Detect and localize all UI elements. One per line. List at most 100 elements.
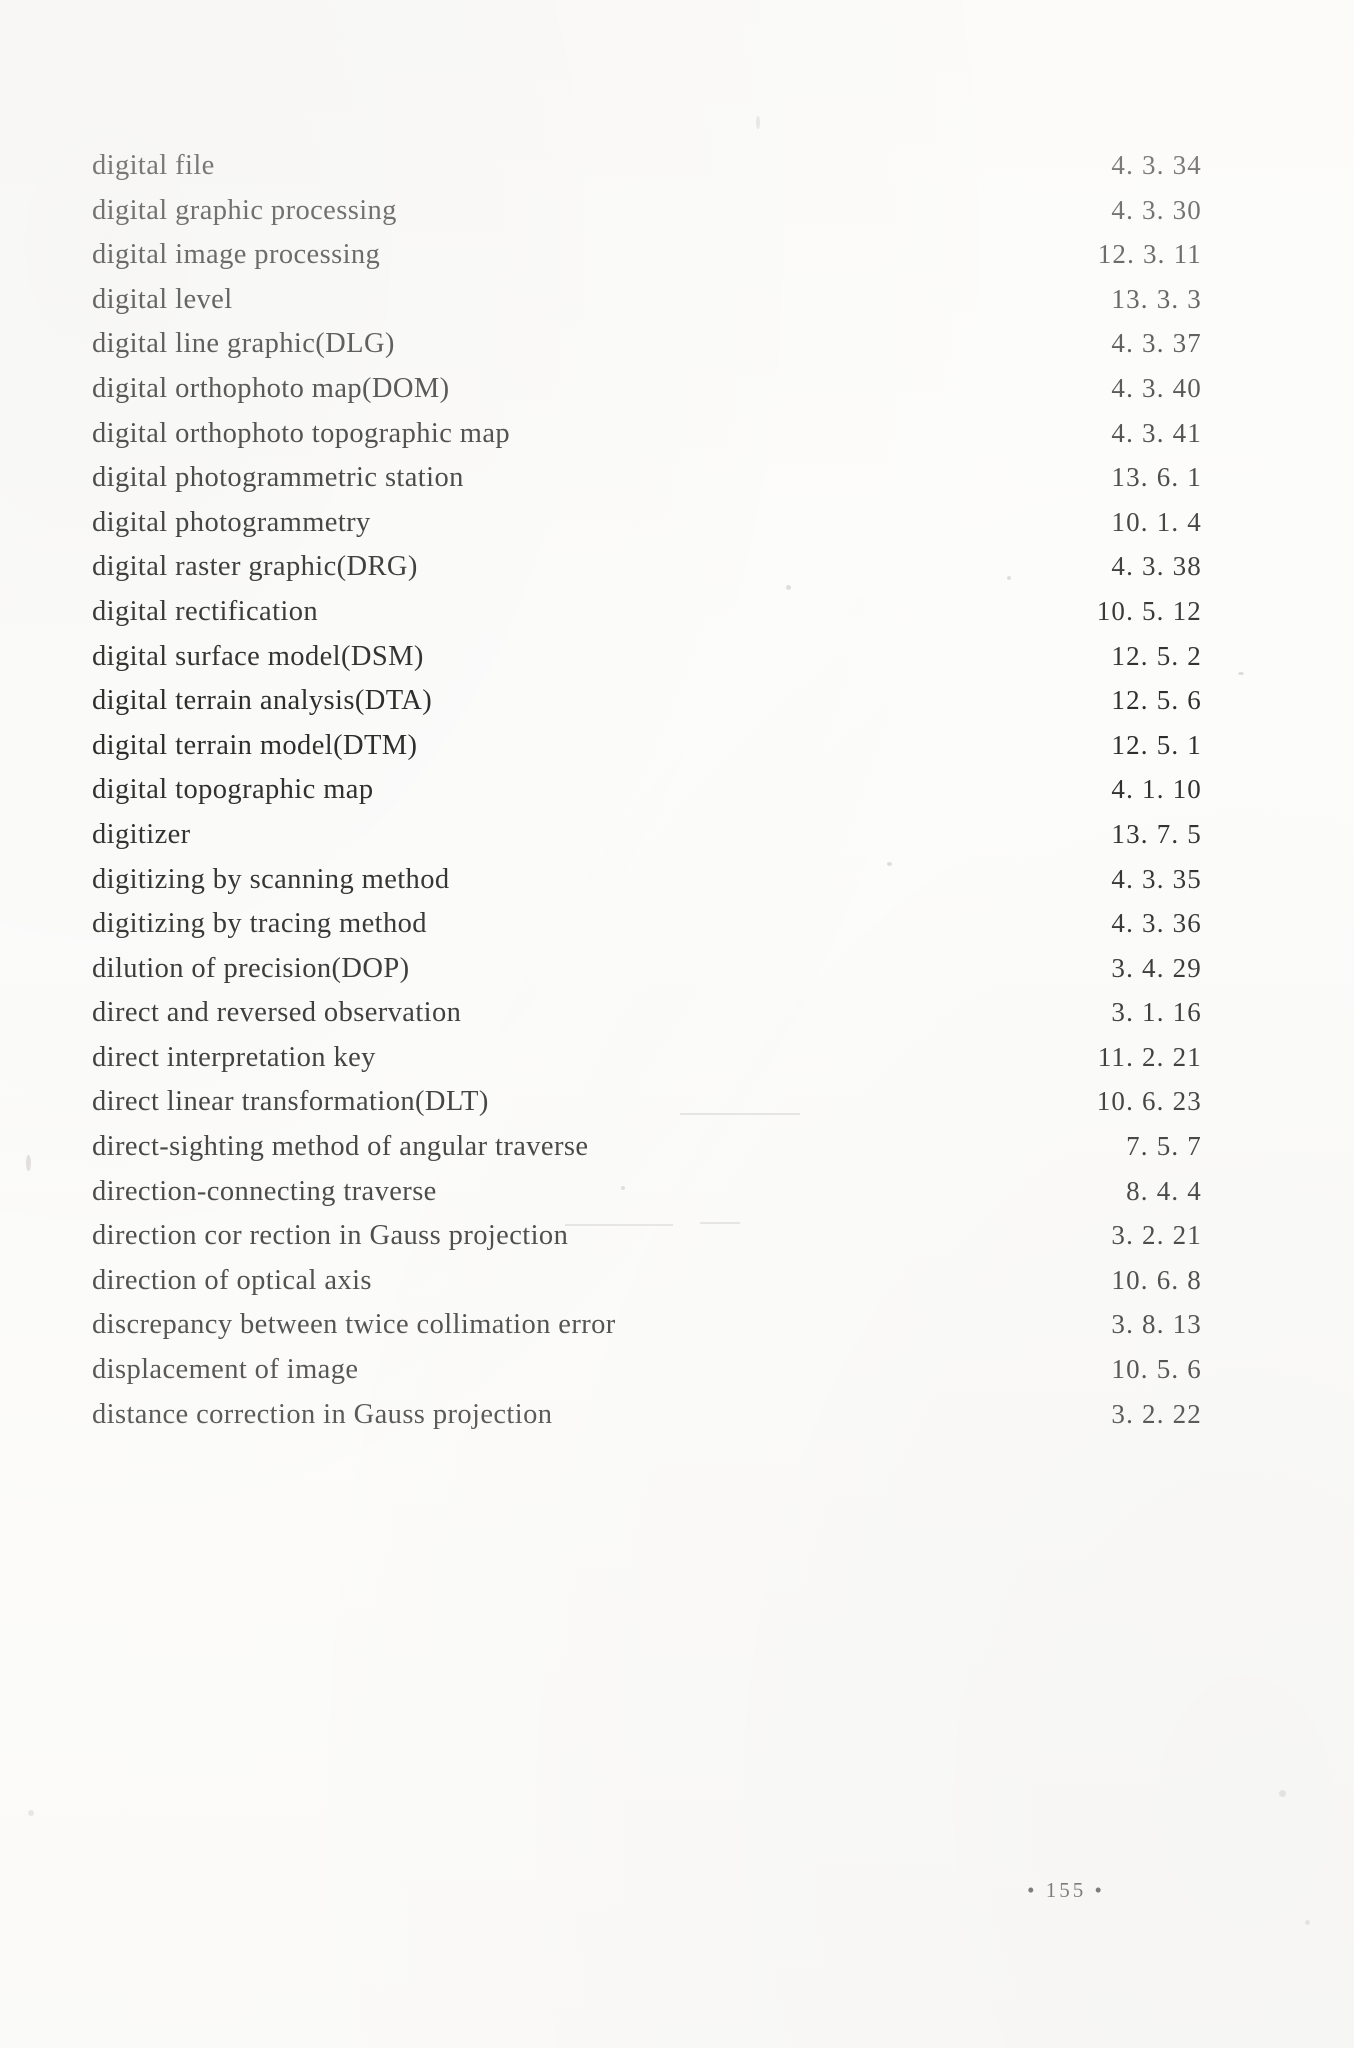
index-page: digital file 4. 3. 34 digital graphic proc… [0, 0, 1354, 2048]
index-entry-term: displacement of image [92, 1354, 359, 1386]
index-entry-row: digital terrain analysis(DTA) 12. 5. 6 [92, 687, 1204, 732]
index-entry-term: digitizer [92, 818, 191, 850]
scan-speck [621, 1186, 625, 1190]
index-entry-row: direction-connecting traverse 8. 4. 4 [92, 1175, 1204, 1223]
index-entry-list: digital file 4. 3. 34 digital graphic proc… [92, 150, 1204, 1446]
index-entry-reference: 10. 6. 8 [1111, 1264, 1202, 1295]
index-entry-reference: 10. 5. 12 [1096, 595, 1202, 626]
index-entry-row: discrepancy between twice collimation er… [92, 1311, 1204, 1356]
index-entry-reference: 13. 3. 3 [1111, 283, 1202, 314]
index-entry-reference: 10. 1. 4 [1111, 506, 1202, 537]
index-entry-term: digital level [92, 283, 233, 315]
index-entry-row: digital orthophoto topographic map 4. 3. … [92, 417, 1204, 465]
index-entry-term: direct interpretation key [92, 1041, 376, 1073]
index-entry-term: digital terrain analysis(DTA) [92, 685, 433, 717]
index-entry-row: direct-sighting method of angular traver… [92, 1133, 1204, 1178]
index-entry-reference: 4. 3. 30 [1111, 194, 1202, 225]
index-entry-reference: 11. 2. 21 [1097, 1041, 1202, 1072]
index-entry-reference: 4. 3. 35 [1111, 863, 1202, 894]
index-entry-term: direct linear transformation(DLT) [92, 1086, 489, 1118]
index-entry-row: digital rectification 10. 5. 12 [92, 595, 1204, 643]
index-entry-term: direct and reversed observation [92, 997, 462, 1029]
index-entry-term: digital surface model(DSM) [92, 640, 424, 672]
index-entry-term: digital file [92, 150, 215, 181]
index-entry-row: displacement of image 10. 5. 6 [92, 1356, 1204, 1401]
index-entry-term: direction of optical axis [92, 1264, 372, 1296]
index-entry-reference: 3. 2. 21 [1111, 1220, 1202, 1251]
index-entry-term: digital photogrammetry [92, 506, 371, 538]
scan-smudge [700, 1222, 740, 1224]
index-entry-term: direction-connecting traverse [92, 1175, 437, 1207]
index-entry-row: digital photogrammetry 10. 1. 4 [92, 506, 1204, 554]
scan-speck [887, 862, 892, 866]
scan-smudge [565, 1224, 673, 1226]
index-entry-reference: 7. 5. 7 [1126, 1131, 1202, 1162]
scan-speck [786, 585, 791, 590]
index-entry-reference: 4. 3. 34 [1111, 150, 1202, 180]
index-entry-row: dilution of precision(DOP) 3. 4. 29 [92, 952, 1204, 1000]
index-entry-reference: 8. 4. 4 [1126, 1175, 1202, 1206]
index-entry-row: direct and reversed observation 3. 1. 16 [92, 999, 1204, 1044]
index-entry-term: digital graphic processing [92, 194, 397, 226]
index-entry-reference: 3. 4. 29 [1111, 952, 1202, 983]
index-entry-reference: 4. 3. 36 [1111, 908, 1202, 939]
scan-speck [1238, 672, 1244, 675]
index-entry-row: direction cor rection in Gauss projectio… [92, 1222, 1204, 1267]
index-entry-reference: 4. 3. 38 [1111, 551, 1202, 582]
index-entry-term: digital line graphic(DLG) [92, 328, 395, 360]
index-entry-row: digitizer 13. 7. 5 [92, 818, 1204, 866]
folio-number: • 155 • [1027, 1878, 1105, 1902]
index-entry-reference: 4. 3. 41 [1111, 417, 1202, 448]
index-entry-term: digitizing by scanning method [92, 863, 450, 895]
index-entry-row: digital raster graphic(DRG) 4. 3. 38 [92, 553, 1204, 598]
index-entry-reference: 4. 1. 10 [1111, 774, 1202, 805]
index-entry-row: digital line graphic(DLG) 4. 3. 37 [92, 330, 1204, 375]
index-entry-reference: 3. 2. 22 [1111, 1398, 1202, 1429]
index-entry-term: digital image processing [92, 239, 381, 271]
index-entry-row: digital graphic processing 4. 3. 30 [92, 194, 1204, 242]
index-entry-term: digital rectification [92, 595, 319, 627]
index-entry-row: direction of optical axis 10. 6. 8 [92, 1264, 1204, 1312]
scan-speck [28, 1810, 34, 1816]
index-entry-reference: 13. 6. 1 [1111, 462, 1202, 493]
index-entry-row: digital surface model(DSM) 12. 5. 2 [92, 640, 1204, 688]
scan-speck [1007, 576, 1011, 580]
index-entry-row: digital level 13. 3. 3 [92, 283, 1204, 331]
index-entry-term: digital topographic map [92, 774, 374, 806]
index-entry-term: direction cor rection in Gauss projectio… [92, 1220, 569, 1252]
index-entry-reference: 12. 3. 11 [1097, 239, 1202, 270]
index-entry-term: digital photogrammetric station [92, 462, 464, 494]
index-entry-term: digital raster graphic(DRG) [92, 551, 418, 583]
index-entry-reference: 12. 5. 1 [1111, 729, 1202, 760]
index-entry-row: digital terrain model(DTM) 12. 5. 1 [92, 729, 1204, 777]
index-entry-row: digital orthophoto map(DOM) 4. 3. 40 [92, 372, 1204, 420]
scan-speck [756, 116, 760, 129]
index-entry-row: digital photogrammetric station 13. 6. 1 [92, 464, 1204, 509]
page-footer: • 155 • [0, 1878, 1354, 1903]
scan-speck [26, 1155, 31, 1171]
index-entry-reference: 3. 8. 13 [1111, 1309, 1202, 1340]
scan-speck [1305, 1920, 1310, 1925]
index-entry-row: direct interpretation key 11. 2. 21 [92, 1041, 1204, 1089]
index-entry-row: distance correction in Gauss projection 3… [92, 1398, 1204, 1446]
index-entry-reference: 4. 3. 40 [1111, 372, 1202, 403]
index-entry-row: digital topographic map 4. 1. 10 [92, 776, 1204, 821]
index-entry-row: digital image processing 12. 3. 11 [92, 241, 1204, 286]
index-entry-reference: 10. 5. 6 [1111, 1354, 1202, 1385]
index-entry-term: digitizing by tracing method [92, 908, 427, 940]
index-entry-row: direct linear transformation(DLT) 10. 6. … [92, 1088, 1204, 1133]
index-entry-reference: 12. 5. 6 [1111, 685, 1202, 716]
index-entry-term: discrepancy between twice collimation er… [92, 1309, 616, 1341]
index-entry-term: digital orthophoto map(DOM) [92, 372, 450, 404]
index-entry-row: digitizing by scanning method 4. 3. 35 [92, 863, 1204, 911]
index-entry-reference: 10. 6. 23 [1096, 1086, 1202, 1117]
scan-speck [1279, 1790, 1286, 1797]
index-entry-term: direct-sighting method of angular traver… [92, 1131, 589, 1163]
index-entry-term: dilution of precision(DOP) [92, 952, 410, 984]
index-entry-term: digital terrain model(DTM) [92, 729, 418, 761]
index-entry-reference: 4. 3. 37 [1111, 328, 1202, 359]
index-entry-term: distance correction in Gauss projection [92, 1398, 553, 1430]
index-entry-row: digital file 4. 3. 34 [92, 150, 1204, 197]
index-entry-term: digital orthophoto topographic map [92, 417, 511, 449]
scan-smudge [680, 1113, 800, 1115]
